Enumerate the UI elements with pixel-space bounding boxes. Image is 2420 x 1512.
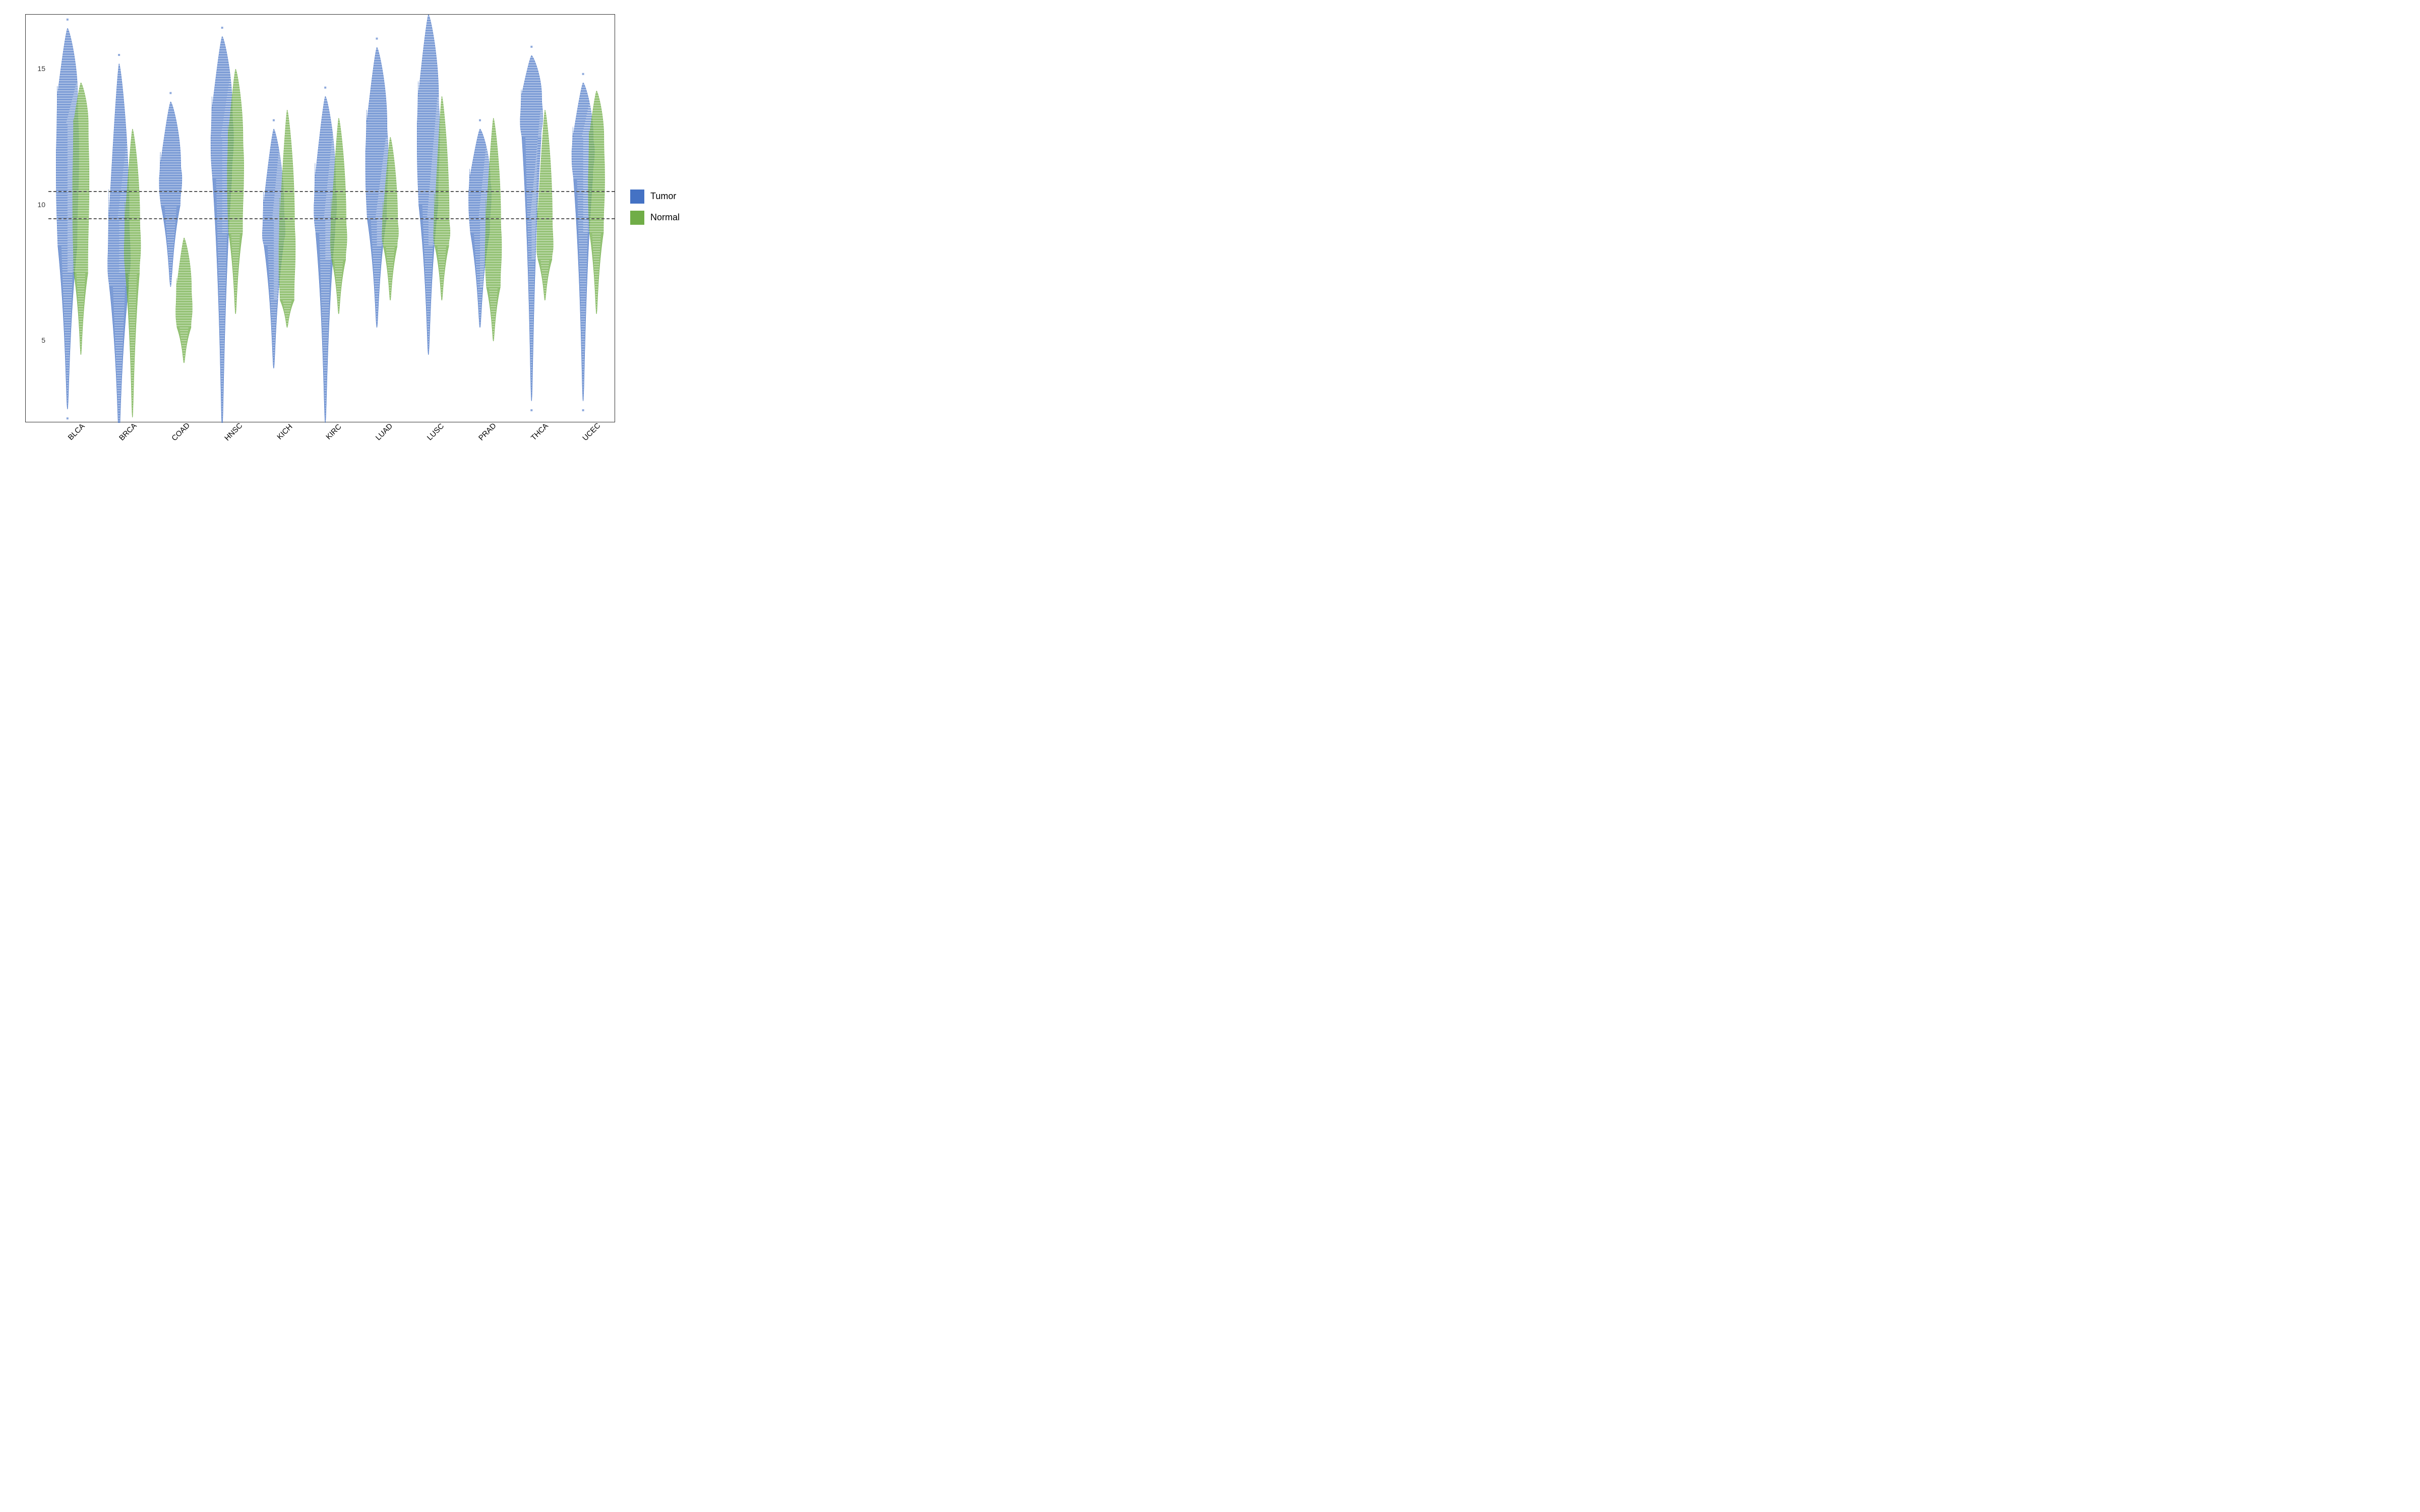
legend-label: Tumor	[650, 191, 676, 202]
y-tick-10: 10	[37, 201, 45, 209]
legend-label: Normal	[650, 212, 680, 223]
x-label-ucec: UCEC	[581, 421, 602, 442]
x-label-blca: BLCA	[67, 422, 87, 442]
legend-item-normal: Normal	[630, 211, 701, 225]
y-axis-label	[5, 14, 25, 437]
legend: Tumor Normal	[620, 14, 701, 437]
legend-color-box	[630, 190, 644, 204]
x-axis-labels: BLCABRCACOADHNSCKICHKIRCLUADLUSCPRADTHCA…	[25, 422, 615, 437]
x-label-prad: PRAD	[477, 421, 498, 442]
x-label-coad: COAD	[170, 421, 192, 443]
x-label-luad: LUAD	[374, 421, 394, 442]
x-label-thca: THCA	[529, 421, 550, 442]
y-tick-5: 5	[41, 336, 45, 344]
chart-container: 5 10 15 BLCABRCACOADHNSCKICHKIRCLUADLUSCPR…	[5, 4, 701, 437]
x-label-kich: KICH	[275, 422, 294, 441]
y-tick-15: 15	[37, 65, 45, 73]
x-labels-row: BLCABRCACOADHNSCKICHKIRCLUADLUSCPRADTHCA…	[48, 426, 615, 437]
y-ticks: 5 10 15	[26, 15, 48, 422]
plot-area-wrapper: 5 10 15 BLCABRCACOADHNSCKICHKIRCLUADLUSCPR…	[25, 14, 620, 437]
legend-color-box	[630, 211, 644, 225]
x-label-brca: BRCA	[117, 421, 138, 442]
legend-item-tumor: Tumor	[630, 190, 701, 204]
plot-area: 5 10 15	[25, 14, 615, 422]
x-label-kirc: KIRC	[325, 422, 343, 441]
x-label-hnsc: HNSC	[223, 421, 244, 442]
violin-svg	[48, 15, 616, 423]
x-label-lusc: LUSC	[426, 421, 446, 442]
chart-body: 5 10 15 BLCABRCACOADHNSCKICHKIRCLUADLUSCPR…	[5, 14, 701, 437]
